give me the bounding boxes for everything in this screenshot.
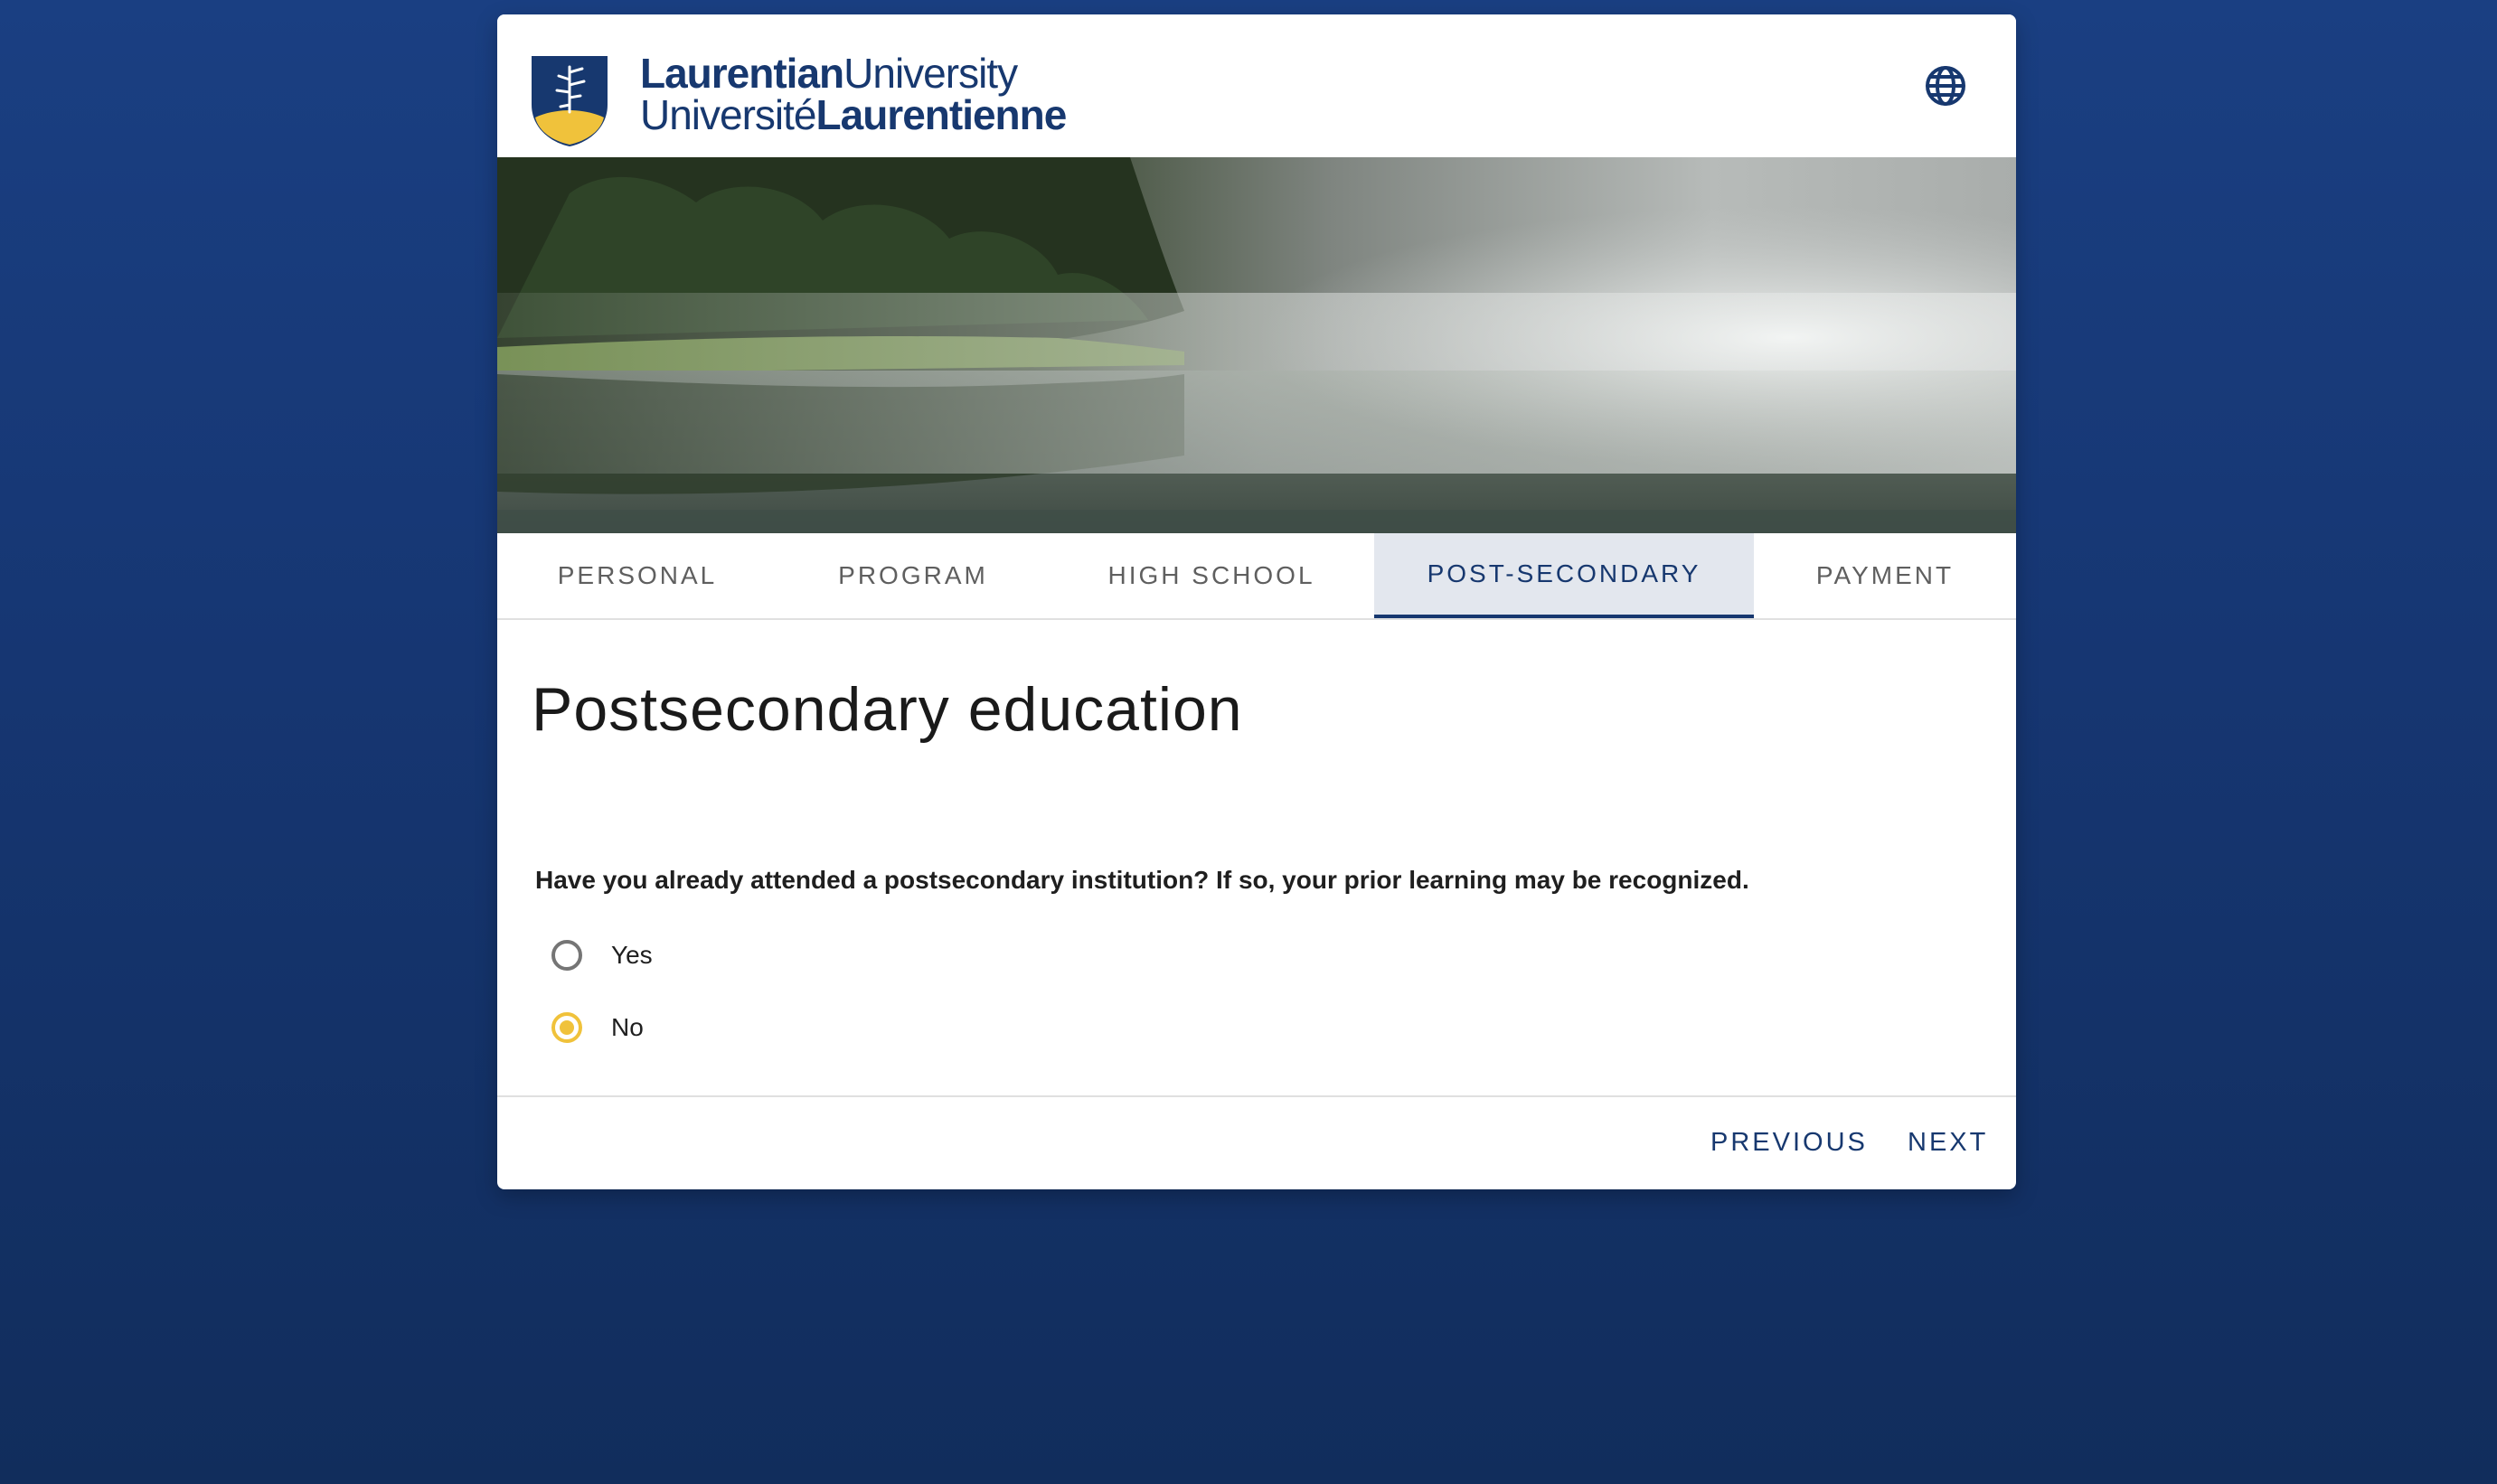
shield-logo-icon bbox=[532, 56, 608, 146]
logo-wordmark: LaurentianUniversity UniversitéLaurentie… bbox=[640, 52, 1068, 138]
logo-line-english: LaurentianUniversity bbox=[640, 52, 1066, 94]
radio-yes[interactable] bbox=[551, 940, 582, 971]
question-text: Have you already attended a postsecondar… bbox=[535, 866, 1749, 894]
application-card: LaurentianUniversity UniversitéLaurentie… bbox=[497, 14, 2016, 1189]
university-logo: LaurentianUniversity UniversitéLaurentie… bbox=[528, 38, 1070, 146]
globe-icon[interactable] bbox=[1922, 62, 1969, 109]
option-yes-label: Yes bbox=[611, 941, 653, 969]
tab-program[interactable]: PROGRAM bbox=[777, 533, 1049, 618]
next-button[interactable]: NEXT bbox=[1908, 1128, 1988, 1158]
logo-word-laurentian: Laurentian bbox=[640, 50, 844, 97]
tab-personal[interactable]: PERSONAL bbox=[497, 533, 777, 618]
misty-lake-image bbox=[497, 157, 2016, 533]
option-no-label: No bbox=[611, 1013, 644, 1041]
logo-line-french: UniversitéLaurentienne bbox=[640, 91, 1068, 138]
step-tabs: PERSONAL PROGRAM HIGH SCHOOL POST-SECOND… bbox=[497, 533, 2016, 620]
tab-post-secondary[interactable]: POST-SECONDARY bbox=[1374, 533, 1754, 618]
tab-high-school[interactable]: HIGH SCHOOL bbox=[1049, 533, 1374, 618]
header: LaurentianUniversity UniversitéLaurentie… bbox=[497, 14, 2016, 157]
option-yes[interactable]: Yes bbox=[551, 933, 653, 978]
logo-word-university: University bbox=[843, 50, 1018, 97]
logo-word-universite: Université bbox=[640, 91, 817, 138]
tab-payment[interactable]: PAYMENT bbox=[1754, 533, 2016, 618]
option-no[interactable]: No bbox=[551, 1005, 644, 1050]
form-content: Postsecondary education Have you already… bbox=[497, 620, 2016, 1108]
logo-word-laurentienne: Laurentienne bbox=[815, 91, 1068, 138]
hero-image bbox=[497, 157, 2016, 533]
previous-button[interactable]: PREVIOUS bbox=[1710, 1128, 1868, 1158]
page-title: Postsecondary education bbox=[532, 675, 1243, 744]
form-footer: PREVIOUS NEXT bbox=[497, 1095, 2016, 1189]
radio-no[interactable] bbox=[551, 1012, 582, 1043]
